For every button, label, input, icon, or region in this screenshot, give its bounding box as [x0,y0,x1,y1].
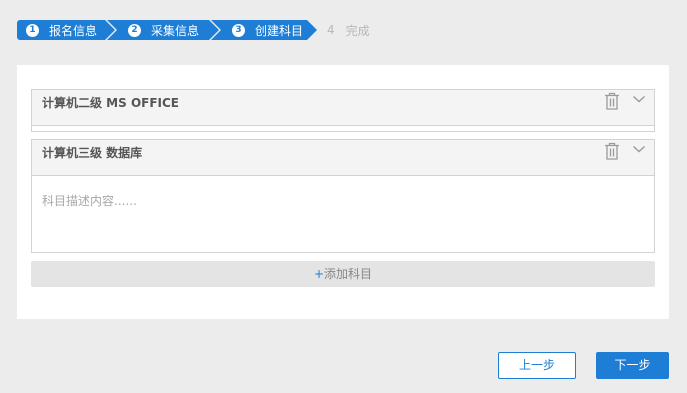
step-label-3: 创建科目 [255,23,304,38]
step-label-4: 完成 [345,23,370,38]
add-subject-button[interactable]: +添加科目 [31,261,655,287]
step-3: 3 创建科目 [211,20,317,40]
progress-stepper: 1 报名信息 2 采集信息 3 创建科目 4 完成 [17,20,370,40]
subject-card: 计算机二级 MS OFFICE [31,89,655,132]
step-1: 1 报名信息 [17,20,115,40]
plus-icon: + [313,267,325,281]
step-2: 2 采集信息 [107,20,219,40]
subject-panel: 计算机二级 MS OFFICE 计算机三级 数据库 科目描述内容...... +… [17,65,669,319]
step-label-1: 报名信息 [49,23,98,38]
step-label-2: 采集信息 [151,23,200,38]
step-number-2: 2 [128,23,141,37]
trash-icon[interactable] [604,142,620,160]
chevron-down-icon[interactable] [632,144,646,154]
chevron-down-icon[interactable] [632,94,646,104]
subject-title: 计算机三级 数据库 [42,146,143,160]
subject-title: 计算机二级 MS OFFICE [42,96,180,110]
subject-card-header[interactable]: 计算机二级 MS OFFICE [32,90,654,126]
step-number-3: 3 [232,23,245,37]
subject-card-header[interactable]: 计算机三级 数据库 [32,140,654,176]
step-number-4: 4 [327,23,335,37]
subject-card: 计算机三级 数据库 科目描述内容...... [31,139,655,253]
add-subject-label: 添加科目 [324,267,373,281]
next-step-button[interactable]: 下一步 [596,352,669,379]
trash-icon[interactable] [604,92,620,110]
previous-step-button[interactable]: 上一步 [498,352,576,379]
subject-description-input[interactable]: 科目描述内容...... [42,192,137,209]
step-number-1: 1 [26,23,39,37]
